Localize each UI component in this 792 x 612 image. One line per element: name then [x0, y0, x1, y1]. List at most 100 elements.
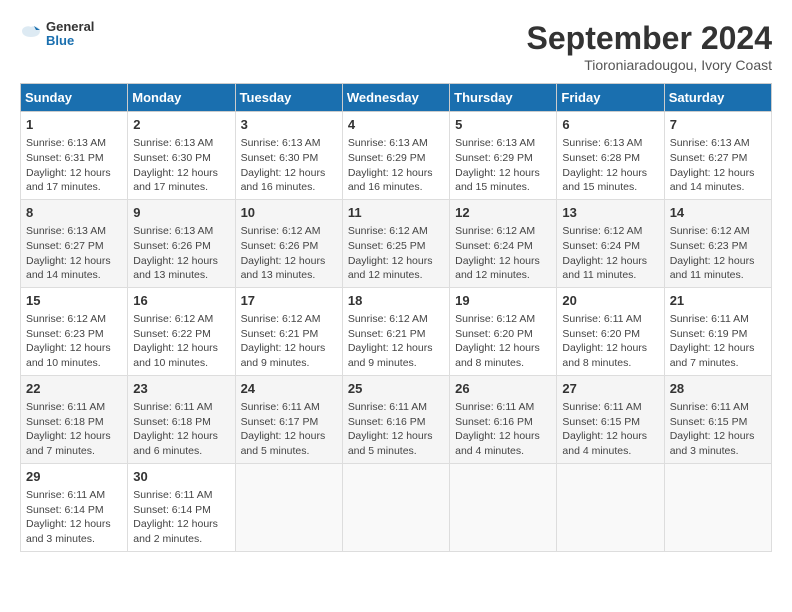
day-info: Sunrise: 6:11 AMSunset: 6:15 PMDaylight:…	[562, 400, 658, 459]
day-info: Sunrise: 6:11 AMSunset: 6:19 PMDaylight:…	[670, 312, 766, 371]
calendar-week-4: 29 Sunrise: 6:11 AMSunset: 6:14 PMDayligh…	[21, 463, 772, 551]
day-info: Sunrise: 6:11 AMSunset: 6:20 PMDaylight:…	[562, 312, 658, 371]
calendar-cell: 26 Sunrise: 6:11 AMSunset: 6:16 PMDayligh…	[450, 375, 557, 463]
calendar-cell: 19 Sunrise: 6:12 AMSunset: 6:20 PMDayligh…	[450, 287, 557, 375]
day-info: Sunrise: 6:12 AMSunset: 6:25 PMDaylight:…	[348, 224, 444, 283]
day-info: Sunrise: 6:12 AMSunset: 6:22 PMDaylight:…	[133, 312, 229, 371]
calendar-title: September 2024	[527, 20, 772, 57]
calendar-cell: 30 Sunrise: 6:11 AMSunset: 6:14 PMDayligh…	[128, 463, 235, 551]
day-number: 5	[455, 116, 551, 134]
calendar-cell: 23Sunrise: 6:11 AMSunset: 6:18 PMDayligh…	[128, 375, 235, 463]
day-info: Sunrise: 6:13 AMSunset: 6:26 PMDaylight:…	[133, 224, 229, 283]
day-number: 22	[26, 380, 122, 398]
logo-general: General	[46, 20, 94, 34]
day-number: 26	[455, 380, 551, 398]
day-number: 25	[348, 380, 444, 398]
day-info: Sunrise: 6:12 AMSunset: 6:20 PMDaylight:…	[455, 312, 551, 371]
calendar-week-2: 15Sunrise: 6:12 AMSunset: 6:23 PMDayligh…	[21, 287, 772, 375]
day-info: Sunrise: 6:12 AMSunset: 6:21 PMDaylight:…	[241, 312, 337, 371]
calendar-cell: 28 Sunrise: 6:11 AMSunset: 6:15 PMDayligh…	[664, 375, 771, 463]
calendar-cell: 13 Sunrise: 6:12 AMSunset: 6:24 PMDayligh…	[557, 199, 664, 287]
calendar-cell: 24Sunrise: 6:11 AMSunset: 6:17 PMDayligh…	[235, 375, 342, 463]
calendar-cell	[557, 463, 664, 551]
day-number: 7	[670, 116, 766, 134]
calendar-cell: 21 Sunrise: 6:11 AMSunset: 6:19 PMDayligh…	[664, 287, 771, 375]
calendar-cell: 29 Sunrise: 6:11 AMSunset: 6:14 PMDayligh…	[21, 463, 128, 551]
header-sunday: Sunday	[21, 84, 128, 112]
day-number: 6	[562, 116, 658, 134]
calendar-cell: 6Sunrise: 6:13 AMSunset: 6:28 PMDaylight…	[557, 112, 664, 200]
calendar-cell: 25 Sunrise: 6:11 AMSunset: 6:16 PMDayligh…	[342, 375, 449, 463]
logo-bird-icon	[20, 23, 42, 45]
day-number: 12	[455, 204, 551, 222]
day-info: Sunrise: 6:11 AMSunset: 6:18 PMDaylight:…	[133, 400, 229, 459]
calendar-cell: 8 Sunrise: 6:13 AMSunset: 6:27 PMDaylight…	[21, 199, 128, 287]
day-info: Sunrise: 6:12 AMSunset: 6:23 PMDaylight:…	[26, 312, 122, 371]
day-number: 18	[348, 292, 444, 310]
day-number: 3	[241, 116, 337, 134]
calendar-cell: 15Sunrise: 6:12 AMSunset: 6:23 PMDayligh…	[21, 287, 128, 375]
calendar-cell	[450, 463, 557, 551]
day-info: Sunrise: 6:11 AMSunset: 6:16 PMDaylight:…	[348, 400, 444, 459]
page-header: General Blue September 2024 Tioroniarado…	[20, 20, 772, 73]
calendar-cell: 12Sunrise: 6:12 AMSunset: 6:24 PMDayligh…	[450, 199, 557, 287]
calendar-week-1: 8 Sunrise: 6:13 AMSunset: 6:27 PMDaylight…	[21, 199, 772, 287]
logo-blue: Blue	[46, 34, 94, 48]
header-monday: Monday	[128, 84, 235, 112]
day-info: Sunrise: 6:11 AMSunset: 6:15 PMDaylight:…	[670, 400, 766, 459]
day-number: 28	[670, 380, 766, 398]
header-thursday: Thursday	[450, 84, 557, 112]
calendar-cell	[235, 463, 342, 551]
day-number: 21	[670, 292, 766, 310]
calendar-cell: 10 Sunrise: 6:12 AMSunset: 6:26 PMDayligh…	[235, 199, 342, 287]
day-number: 10	[241, 204, 337, 222]
day-info: Sunrise: 6:12 AMSunset: 6:24 PMDaylight:…	[562, 224, 658, 283]
day-number: 13	[562, 204, 658, 222]
day-info: Sunrise: 6:11 AMSunset: 6:18 PMDaylight:…	[26, 400, 122, 459]
day-number: 8	[26, 204, 122, 222]
day-number: 4	[348, 116, 444, 134]
calendar-table: SundayMondayTuesdayWednesdayThursdayFrid…	[20, 83, 772, 552]
day-number: 14	[670, 204, 766, 222]
day-info: Sunrise: 6:12 AMSunset: 6:21 PMDaylight:…	[348, 312, 444, 371]
day-info: Sunrise: 6:11 AMSunset: 6:14 PMDaylight:…	[133, 488, 229, 547]
header-wednesday: Wednesday	[342, 84, 449, 112]
day-info: Sunrise: 6:12 AMSunset: 6:23 PMDaylight:…	[670, 224, 766, 283]
calendar-cell: 7 Sunrise: 6:13 AMSunset: 6:27 PMDaylight…	[664, 112, 771, 200]
day-info: Sunrise: 6:11 AMSunset: 6:16 PMDaylight:…	[455, 400, 551, 459]
calendar-cell: 11 Sunrise: 6:12 AMSunset: 6:25 PMDayligh…	[342, 199, 449, 287]
calendar-week-0: 1Sunrise: 6:13 AMSunset: 6:31 PMDaylight…	[21, 112, 772, 200]
calendar-cell	[342, 463, 449, 551]
day-info: Sunrise: 6:13 AMSunset: 6:31 PMDaylight:…	[26, 136, 122, 195]
day-info: Sunrise: 6:11 AMSunset: 6:14 PMDaylight:…	[26, 488, 122, 547]
day-number: 19	[455, 292, 551, 310]
day-info: Sunrise: 6:13 AMSunset: 6:30 PMDaylight:…	[133, 136, 229, 195]
day-number: 30	[133, 468, 229, 486]
calendar-cell: 1Sunrise: 6:13 AMSunset: 6:31 PMDaylight…	[21, 112, 128, 200]
day-info: Sunrise: 6:13 AMSunset: 6:27 PMDaylight:…	[26, 224, 122, 283]
calendar-week-3: 22 Sunrise: 6:11 AMSunset: 6:18 PMDayligh…	[21, 375, 772, 463]
day-number: 20	[562, 292, 658, 310]
calendar-cell: 4Sunrise: 6:13 AMSunset: 6:29 PMDaylight…	[342, 112, 449, 200]
day-number: 11	[348, 204, 444, 222]
day-number: 27	[562, 380, 658, 398]
calendar-subtitle: Tioroniaradougou, Ivory Coast	[527, 57, 772, 73]
day-info: Sunrise: 6:13 AMSunset: 6:30 PMDaylight:…	[241, 136, 337, 195]
title-block: September 2024 Tioroniaradougou, Ivory C…	[527, 20, 772, 73]
calendar-cell: 9Sunrise: 6:13 AMSunset: 6:26 PMDaylight…	[128, 199, 235, 287]
calendar-cell: 17 Sunrise: 6:12 AMSunset: 6:21 PMDayligh…	[235, 287, 342, 375]
logo: General Blue	[20, 20, 94, 49]
calendar-cell: 22 Sunrise: 6:11 AMSunset: 6:18 PMDayligh…	[21, 375, 128, 463]
day-number: 24	[241, 380, 337, 398]
calendar-cell: 18 Sunrise: 6:12 AMSunset: 6:21 PMDayligh…	[342, 287, 449, 375]
calendar-cell: 20 Sunrise: 6:11 AMSunset: 6:20 PMDayligh…	[557, 287, 664, 375]
day-info: Sunrise: 6:13 AMSunset: 6:27 PMDaylight:…	[670, 136, 766, 195]
day-info: Sunrise: 6:12 AMSunset: 6:26 PMDaylight:…	[241, 224, 337, 283]
calendar-cell	[664, 463, 771, 551]
day-number: 17	[241, 292, 337, 310]
calendar-cell: 2Sunrise: 6:13 AMSunset: 6:30 PMDaylight…	[128, 112, 235, 200]
header-saturday: Saturday	[664, 84, 771, 112]
header-friday: Friday	[557, 84, 664, 112]
day-number: 29	[26, 468, 122, 486]
calendar-header-row: SundayMondayTuesdayWednesdayThursdayFrid…	[21, 84, 772, 112]
